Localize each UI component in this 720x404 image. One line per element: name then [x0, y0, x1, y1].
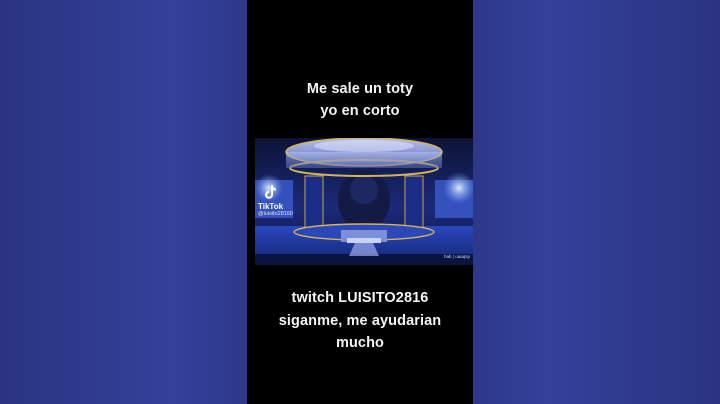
caption-bottom-line-3: mucho: [335, 335, 385, 351]
tiktok-label: TikTok: [258, 202, 284, 211]
background-left-panel: [0, 0, 247, 404]
short-video-player[interactable]: Me sale un toty yo en corto TikTok @luis…: [247, 0, 473, 404]
caption-bottom-line-1: twitch LUISITO2816: [291, 290, 429, 306]
caption-bottom-line-2: siganme, me ayudarian: [278, 312, 442, 329]
stadium-scene: [255, 138, 473, 265]
tiktok-handle: @luisito28160: [258, 211, 293, 217]
caption-top-line-1: Me sale un toty: [306, 81, 414, 97]
background-right-panel: [473, 0, 720, 404]
clip-watermark: hab | uaaqsp: [444, 254, 470, 259]
caption-top-line-2: yo en corto: [320, 103, 400, 119]
caption-top: Me sale un toty yo en corto: [247, 78, 473, 122]
tiktok-icon: [265, 185, 276, 199]
embedded-game-clip: TikTok @luisito28160 hab | uaaqsp: [255, 138, 473, 265]
caption-bottom: twitch LUISITO2816 siganme, me ayudarian…: [247, 287, 473, 355]
